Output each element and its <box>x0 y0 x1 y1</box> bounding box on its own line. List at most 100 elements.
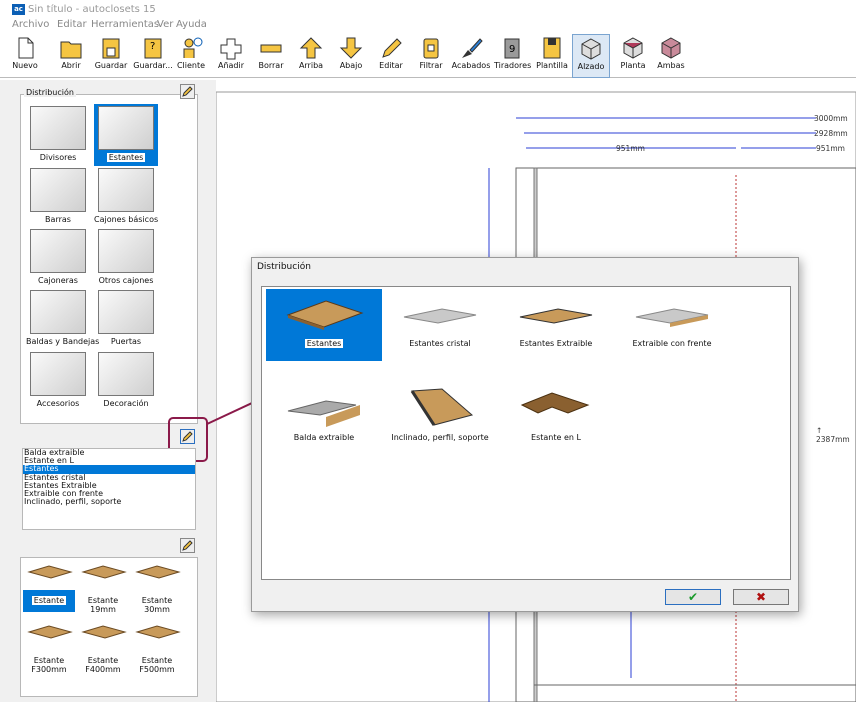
menu-archivo[interactable]: Archivo <box>12 19 49 30</box>
shelf-sublabel: F300mm <box>31 665 67 674</box>
cancel-button[interactable]: ✖ <box>733 589 789 605</box>
handle-icon: 9 <box>504 38 520 59</box>
category-label: Baldas y Bandejas <box>26 337 100 346</box>
dialog-items-panel: Estantes Estantes cristal Estantes Extra… <box>261 286 791 580</box>
toolbar-label: Guardar <box>94 61 128 70</box>
dialog-item-extraible-frente[interactable]: Extraible con frente <box>614 289 730 361</box>
plantilla-button[interactable]: Plantilla <box>536 34 568 78</box>
menu-herramientas[interactable]: Herramientas <box>91 19 159 30</box>
dim-height: ↑ 2387mm <box>816 426 850 444</box>
shelf-label: Estante <box>87 656 119 665</box>
dim-total-width: 3000mm <box>814 114 848 123</box>
shelf-label: Estante <box>31 596 67 605</box>
estantes-thumbnail <box>98 106 154 150</box>
menu-bar: Archivo Editar Herramientas Ver Ayuda <box>0 19 856 33</box>
dialog-item-inclinado[interactable]: Inclinado, perfil, soporte <box>382 383 498 455</box>
svg-text:?: ? <box>150 41 155 52</box>
shelf-estante-30mm[interactable]: Estante 30mm <box>131 596 183 614</box>
shelf-sublabel: 30mm <box>144 605 170 614</box>
shelf-sublabel: F400mm <box>85 665 121 674</box>
estantes-cristal-image <box>403 308 477 324</box>
estantes-image <box>286 300 364 330</box>
nuevo-button[interactable]: Nuevo <box>10 34 40 78</box>
abrir-button[interactable]: Abrir <box>56 34 86 78</box>
toolbar-label: Cliente <box>176 61 206 70</box>
toolbar-label: Acabados <box>451 61 491 70</box>
balda-extraible-image <box>287 400 360 427</box>
category-otros-cajones[interactable]: Otros cajones <box>94 227 158 289</box>
planta-button[interactable]: Planta <box>616 34 650 78</box>
decoracion-thumbnail <box>98 352 154 396</box>
toolbar-label: Ambas <box>657 61 685 70</box>
shelf-estante-f400[interactable]: Estante F400mm <box>77 656 129 674</box>
menu-ayuda[interactable]: Ayuda <box>176 19 207 30</box>
toolbar-label: Planta <box>620 61 646 70</box>
save-as-icon: ? <box>144 38 162 59</box>
extraible-frente-image <box>635 308 709 327</box>
edit-pencil-button[interactable] <box>180 84 195 99</box>
category-puertas[interactable]: Puertas <box>94 288 158 350</box>
category-accesorios[interactable]: Accesorios <box>26 350 90 412</box>
cliente-button[interactable]: Cliente <box>176 34 206 78</box>
guardar-como-button[interactable]: ? Guardar... <box>133 34 173 78</box>
toolbar-label: Plantilla <box>536 61 568 70</box>
shelf-thumb-2 <box>81 565 127 579</box>
shelf-thumb-3 <box>135 565 181 579</box>
category-decoracion[interactable]: Decoración <box>94 350 158 412</box>
paint-brush-icon <box>462 38 483 58</box>
anadir-button[interactable]: Añadir <box>216 34 246 78</box>
dialog-item-estantes[interactable]: Estantes <box>266 289 382 361</box>
category-cajoneras[interactable]: Cajoneras <box>26 227 90 289</box>
acabados-button[interactable]: Acabados <box>451 34 491 78</box>
toolbar-label: Abajo <box>339 61 363 70</box>
alzado-button[interactable]: Alzado <box>572 34 610 78</box>
toolbar-label: Tiradores <box>494 61 532 70</box>
distribucion-dialog: Distribución Estantes Estantes cristal E… <box>251 257 799 612</box>
dialog-item-label: Estantes Extraible <box>519 339 593 348</box>
toolbar-label: Añadir <box>217 61 245 70</box>
arriba-button[interactable]: Arriba <box>296 34 326 78</box>
left-panel: Distribución Divisores Estantes Barras C… <box>0 80 216 702</box>
category-divisores[interactable]: Divisores <box>26 104 90 166</box>
abajo-button[interactable]: Abajo <box>336 34 366 78</box>
accesorios-thumbnail <box>30 352 86 396</box>
dialog-item-label: Extraible con frente <box>632 339 712 348</box>
dialog-item-estante-l[interactable]: Estante en L <box>498 383 614 455</box>
shelf-thumb-1 <box>27 565 73 579</box>
pencil-icon <box>182 540 193 551</box>
tiradores-button[interactable]: 9 Tiradores <box>494 34 532 78</box>
filtrar-button[interactable]: Filtrar <box>418 34 444 78</box>
toolbar-label: Nuevo <box>12 61 38 70</box>
category-label: Divisores <box>39 153 77 162</box>
app-icon: ac <box>12 4 25 15</box>
dialog-item-estantes-extraible[interactable]: Estantes Extraible <box>498 289 614 361</box>
borrar-button[interactable]: Borrar <box>256 34 286 78</box>
category-estantes[interactable]: Estantes <box>94 104 158 166</box>
guardar-button[interactable]: Guardar <box>94 34 128 78</box>
dialog-item-label: Estantes <box>304 339 344 348</box>
shelf-estante-f300[interactable]: Estante F300mm <box>23 656 75 674</box>
ok-button[interactable]: ✔ <box>665 589 721 605</box>
ambas-button[interactable]: Ambas <box>654 34 688 78</box>
category-cajones-basicos[interactable]: Cajones básicos <box>94 166 158 228</box>
shelf-estante[interactable]: Estante <box>23 590 75 612</box>
menu-editar[interactable]: Editar <box>57 19 87 30</box>
category-baldas-bandejas[interactable]: Baldas y Bandejas <box>26 288 100 350</box>
shelf-estante-f500[interactable]: Estante F500mm <box>131 656 183 674</box>
shelf-estante-19mm[interactable]: Estante 19mm <box>77 596 129 614</box>
shelf-thumb-5 <box>81 625 127 639</box>
list-item[interactable]: Inclinado, perfil, soporte <box>23 498 195 506</box>
toolbar-label: Alzado <box>577 62 605 71</box>
template-icon <box>543 37 561 59</box>
estantes-extraible-image <box>519 308 593 324</box>
category-label: Otros cajones <box>98 276 154 285</box>
edit-shelves-button[interactable] <box>180 538 195 553</box>
menu-ver[interactable]: Ver <box>157 19 173 30</box>
shelves-group: Estante Estante 19mm Estante 30mm Estante F… <box>20 557 198 697</box>
category-barras[interactable]: Barras <box>26 166 90 228</box>
dialog-item-balda-extraible[interactable]: Balda extraible <box>266 383 382 455</box>
shelf-label: Estante <box>141 656 173 665</box>
dialog-item-estantes-cristal[interactable]: Estantes cristal <box>382 289 498 361</box>
category-label: Barras <box>45 215 71 224</box>
editar-button[interactable]: Editar <box>376 34 406 78</box>
